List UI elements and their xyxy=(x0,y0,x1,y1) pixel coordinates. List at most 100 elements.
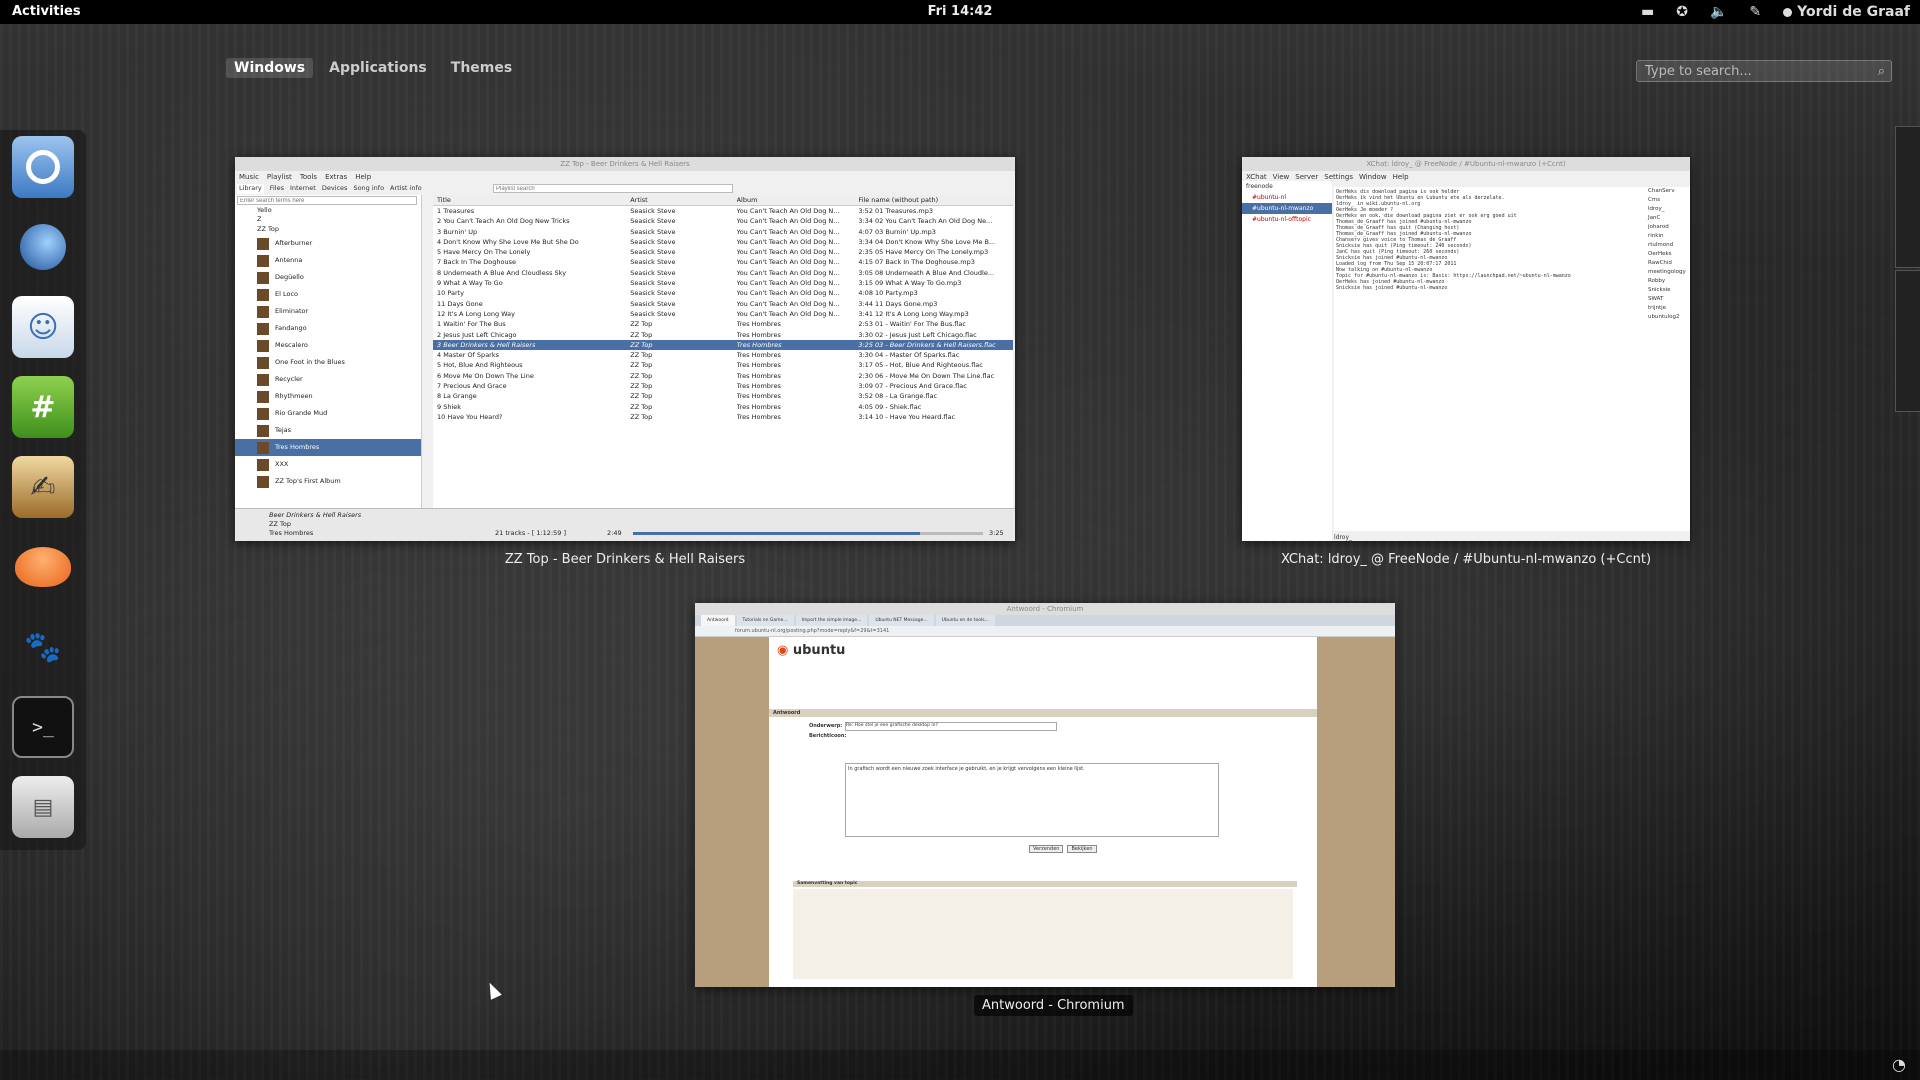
seek-bar[interactable] xyxy=(633,532,983,535)
tab-windows[interactable]: Windows xyxy=(226,58,314,78)
album-item[interactable]: One Foot in the Blues xyxy=(235,354,421,371)
album-item[interactable]: Antenna xyxy=(235,252,421,269)
album-item[interactable]: Degüello xyxy=(235,269,421,286)
column-artist[interactable]: Artist xyxy=(630,195,736,205)
xchat-icon[interactable]: # xyxy=(12,376,74,438)
user-list-item[interactable]: joharod xyxy=(1648,223,1690,232)
tab-themes[interactable]: Themes xyxy=(443,58,520,78)
track-row[interactable]: 1 Waitin' For The Bus ZZ Top Tres Hombres 2… xyxy=(433,319,1013,329)
activities-button[interactable]: Activities xyxy=(0,0,93,24)
clock[interactable]: Fri 14:42 xyxy=(928,0,993,24)
track-row[interactable]: 3 Beer Drinkers & Hell Raisers ZZ Top Tres… xyxy=(433,339,1013,351)
user-list-item[interactable]: ldroy_ xyxy=(1648,205,1690,214)
search-box[interactable]: ⌕ xyxy=(1636,60,1892,82)
track-row[interactable]: 1 Treasures Seasick Steve You Can't Teach … xyxy=(433,206,1013,216)
artist-item[interactable]: Yello xyxy=(235,206,421,215)
user-list-item[interactable]: JanC xyxy=(1648,214,1690,223)
library-search-input[interactable] xyxy=(237,196,417,205)
workspace-thumbnail[interactable] xyxy=(1895,270,1920,412)
menu-music[interactable]: Music xyxy=(239,171,259,183)
tab-artist-info[interactable]: Artist info xyxy=(390,184,422,194)
user-list-item[interactable]: trijntje xyxy=(1648,304,1690,313)
track-row[interactable]: 3 Burnin' Up Seasick Steve You Can't Teach… xyxy=(433,227,1013,237)
browser-tab[interactable]: Ubuntu en de tools... xyxy=(935,615,995,626)
user-list-item[interactable]: rinkin xyxy=(1648,232,1690,241)
terminal-icon[interactable]: >_ xyxy=(12,696,74,758)
album-item[interactable]: Fandango xyxy=(235,320,421,337)
browser-tab[interactable]: Tutorials en Game... xyxy=(736,615,794,626)
gimp-icon[interactable]: 🐾 xyxy=(12,616,74,678)
user-menu[interactable]: Yordi de Graaf xyxy=(1783,4,1910,20)
track-row[interactable]: 4 Master Of Sparks ZZ Top Tres Hombres 3:30… xyxy=(433,350,1013,360)
channel-item[interactable]: #ubuntu-nl xyxy=(1242,192,1332,203)
column-album[interactable]: Album xyxy=(737,195,859,205)
nick-button[interactable]: ldroy_ xyxy=(1334,534,1352,541)
tab-internet[interactable]: Internet xyxy=(290,184,316,194)
album-item[interactable]: Tres Hombres xyxy=(235,439,421,456)
browser-tab[interactable]: Import the simple image... xyxy=(795,615,868,626)
user-list-item[interactable]: Snicksie xyxy=(1648,286,1690,295)
tab-song-info[interactable]: Song info xyxy=(353,184,384,194)
album-item[interactable]: XXX xyxy=(235,456,421,473)
user-list-item[interactable]: SWAT xyxy=(1648,295,1690,304)
menu-extras[interactable]: Extras xyxy=(325,171,347,183)
playlist-search-input[interactable] xyxy=(493,184,733,193)
album-item[interactable]: Afterburner xyxy=(235,235,421,252)
ubuntu-one-tray-icon[interactable]: ◔ xyxy=(1892,1055,1906,1074)
accessibility-icon[interactable]: ✪ xyxy=(1676,4,1688,20)
tab-library[interactable]: Library xyxy=(237,184,264,194)
track-row[interactable]: 10 Party Seasick Steve You Can't Teach An … xyxy=(433,288,1013,298)
files-icon[interactable]: ▤ xyxy=(12,776,74,838)
browser-tab[interactable]: Ubuntu NET Message... xyxy=(869,615,934,626)
track-row[interactable]: 5 Have Mercy On The Lonely Seasick Steve Y… xyxy=(433,247,1013,257)
track-row[interactable]: 4 Don't Know Why She Love Me But She Do S… xyxy=(433,237,1013,247)
user-list-item[interactable]: meetingology xyxy=(1648,268,1690,277)
column-title[interactable]: Title xyxy=(433,195,630,205)
preview-button[interactable]: Bekijken xyxy=(1067,845,1097,853)
channel-item-active[interactable]: #ubuntu-nl-mwanzo xyxy=(1242,203,1332,214)
channel-item[interactable]: #ubuntu-nl-offtopic xyxy=(1242,214,1332,225)
address-bar[interactable]: forum.ubuntu-nl.org/posting.php?mode=rep… xyxy=(695,626,1395,637)
album-item[interactable]: ZZ Top's First Album xyxy=(235,473,421,490)
user-list-item[interactable]: rtulmond xyxy=(1648,241,1690,250)
ubuntu-one-icon[interactable] xyxy=(12,536,74,598)
menu-window[interactable]: Window xyxy=(1359,171,1387,183)
track-row[interactable]: 10 Have You Heard? ZZ Top Tres Hombres 3:14… xyxy=(433,412,1013,422)
search-input[interactable] xyxy=(1643,62,1867,80)
workspace-thumbnail[interactable] xyxy=(1895,126,1920,268)
album-item[interactable]: Rio Grande Mud xyxy=(235,405,421,422)
user-list-item[interactable]: Cms xyxy=(1648,196,1690,205)
user-list-item[interactable]: OerHeks xyxy=(1648,250,1690,259)
track-row[interactable]: 8 Underneath A Blue And Cloudless Sky Sea… xyxy=(433,268,1013,278)
folder-icon[interactable]: ▬ xyxy=(1641,4,1654,20)
track-row[interactable]: 6 Move Me On Down The Line ZZ Top Tres Hom… xyxy=(433,371,1013,381)
track-row[interactable]: 9 What A Way To Go Seasick Steve You Can't… xyxy=(433,278,1013,288)
album-item[interactable]: Mescalero xyxy=(235,337,421,354)
track-row[interactable]: 7 Back In The Doghouse Seasick Steve You C… xyxy=(433,257,1013,267)
menu-help[interactable]: Help xyxy=(355,171,371,183)
server-item[interactable]: freenode xyxy=(1242,181,1332,192)
chromium-icon[interactable] xyxy=(12,136,74,198)
user-list-item[interactable]: ChanServ xyxy=(1648,187,1690,196)
album-item[interactable]: Rhythmeen xyxy=(235,388,421,405)
track-row[interactable]: 8 La Grange ZZ Top Tres Hombres 3:52 08 - L… xyxy=(433,391,1013,401)
track-row[interactable]: 2 Jesus Just Left Chicago ZZ Top Tres Homb… xyxy=(433,330,1013,340)
user-list-item[interactable]: RawChid xyxy=(1648,259,1690,268)
rhythmbox-window[interactable]: ZZ Top - Beer Drinkers & Hell Raisers Mu… xyxy=(235,157,1015,541)
tab-devices[interactable]: Devices xyxy=(322,184,348,194)
pen-icon[interactable]: ✎ xyxy=(1749,4,1761,20)
menu-tools[interactable]: Tools xyxy=(300,171,317,183)
track-row[interactable]: 9 Shiek ZZ Top Tres Hombres 4:05 09 - Shiek… xyxy=(433,402,1013,412)
subject-input[interactable]: Re: Hoe stel je een grafische desktop in… xyxy=(845,722,1057,731)
menu-playlist[interactable]: Playlist xyxy=(267,171,292,183)
browser-tab[interactable]: Antwoord xyxy=(701,615,735,626)
track-row[interactable]: 7 Precious And Grace ZZ Top Tres Hombres 3:… xyxy=(433,381,1013,391)
tab-applications[interactable]: Applications xyxy=(321,58,435,78)
volume-icon[interactable]: 🔈 xyxy=(1710,4,1727,20)
thunderbird-icon[interactable] xyxy=(12,216,74,278)
xchat-window[interactable]: XChat: ldroy_ @ FreeNode / #Ubuntu-nl-mw… xyxy=(1242,157,1690,541)
menu-help[interactable]: Help xyxy=(1393,171,1409,183)
track-row[interactable]: 12 It's A Long Long Way Seasick Steve You … xyxy=(433,309,1013,319)
album-item[interactable]: El Loco xyxy=(235,286,421,303)
track-row[interactable]: 5 Hot, Blue And Righteous ZZ Top Tres Homb… xyxy=(433,360,1013,370)
